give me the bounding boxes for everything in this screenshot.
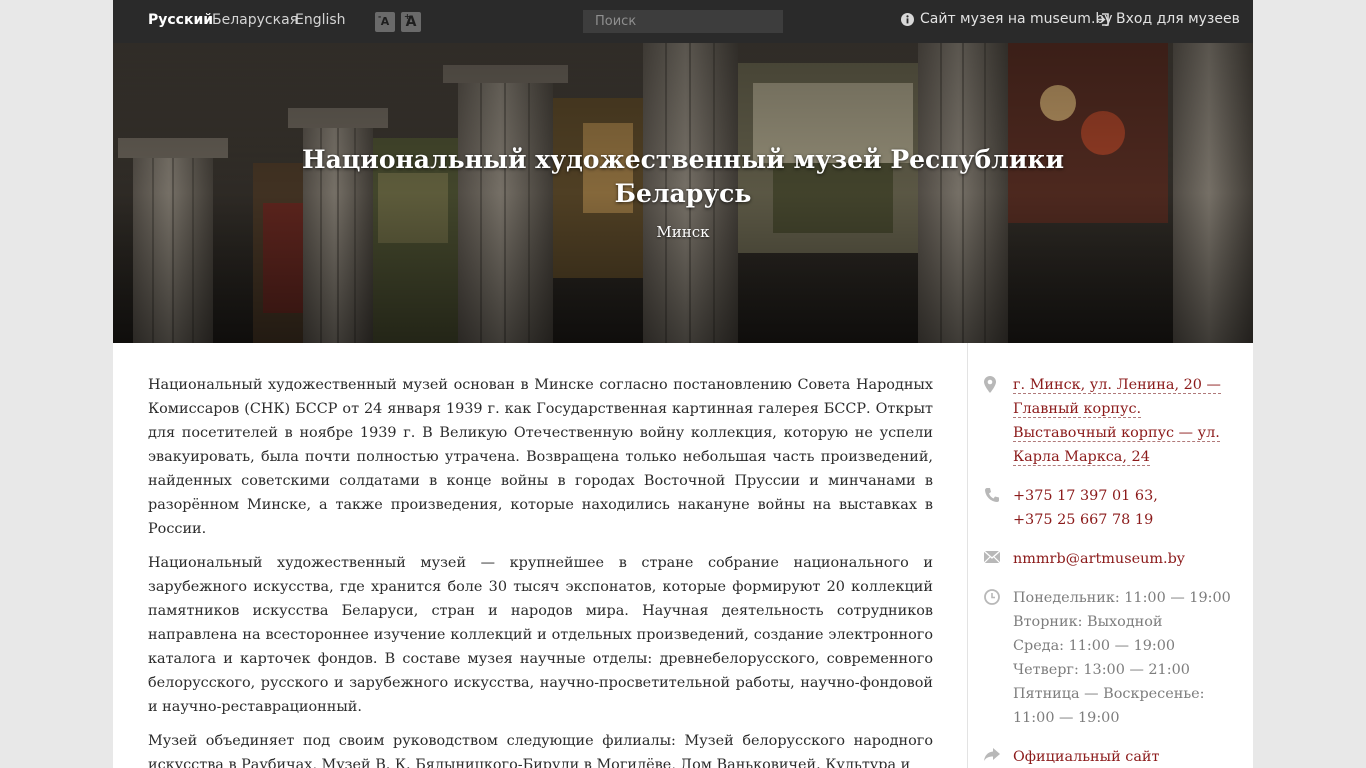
hours-line: Среда: 11:00 — 19:00 <box>1013 638 1176 654</box>
hours-line: Четверг: 13:00 — 21:00 <box>1013 662 1190 678</box>
description-paragraph: Национальный художественный музей основа… <box>148 377 933 537</box>
language-be-link[interactable]: Беларуская <box>212 12 298 28</box>
minus-icon: - <box>378 12 382 21</box>
font-decrease-button[interactable]: - A <box>375 12 395 32</box>
contact-sidebar: г. Минск, ул. Ленина, 20 — Главный корпу… <box>967 343 1253 768</box>
address-line[interactable]: Карла Маркса, 24 <box>1013 449 1150 466</box>
hours-line: 11:00 — 19:00 <box>1013 710 1120 726</box>
font-decrease-label: A <box>380 15 390 28</box>
phone-icon <box>985 488 999 502</box>
email-link[interactable]: nmmrb@artmuseum.by <box>1013 551 1185 567</box>
search-input[interactable] <box>583 10 783 33</box>
description-paragraph: Музей объединяет под своим руководством … <box>148 733 933 768</box>
share-arrow-icon <box>984 748 1000 761</box>
email-block: nmmrb@artmuseum.by <box>1013 547 1185 571</box>
address-block: г. Минск, ул. Ленина, 20 — Главный корпу… <box>1013 373 1221 469</box>
museum-site-link[interactable]: Сайт музея на museum.by <box>901 11 1113 27</box>
phone-link[interactable]: +375 17 397 01 63, <box>1013 488 1158 504</box>
mail-icon <box>984 551 1000 563</box>
language-ru-link[interactable]: Русский <box>148 12 213 28</box>
address-line[interactable]: Выставочный корпус — ул. <box>1013 425 1220 442</box>
museum-title: Национальный художественный музей Респуб… <box>302 145 1064 208</box>
hours-line: Вторник: Выходной <box>1013 614 1163 630</box>
clock-icon <box>984 589 1000 605</box>
login-label: Вход для музеев <box>1116 11 1240 27</box>
hero-banner: Национальный художественный музей Респуб… <box>113 43 1253 343</box>
phone-link[interactable]: +375 25 667 78 19 <box>1013 512 1153 528</box>
museum-site-label: Сайт музея на museum.by <box>920 11 1113 27</box>
museum-city: Минск <box>656 223 710 241</box>
phone-block: +375 17 397 01 63, +375 25 667 78 19 <box>1013 484 1158 532</box>
page-container: Русский Беларуская English - A + A Сайт … <box>113 0 1253 768</box>
login-link[interactable]: Вход для музеев <box>1096 11 1240 27</box>
language-en-link[interactable]: English <box>295 12 346 28</box>
official-site-block: Официальный сайт <box>1013 745 1159 768</box>
map-pin-icon <box>984 376 996 393</box>
official-site-link[interactable]: Официальный сайт <box>1013 749 1159 765</box>
description-paragraph: Национальный художественный музей — круп… <box>148 555 933 715</box>
top-bar: Русский Беларуская English - A + A Сайт … <box>113 0 1253 43</box>
opening-hours: Понедельник: 11:00 — 19:00 Вторник: Выхо… <box>1013 586 1231 730</box>
plus-icon: + <box>404 12 411 21</box>
hours-line: Понедельник: 11:00 — 19:00 <box>1013 590 1231 606</box>
font-increase-button[interactable]: + A <box>401 12 421 32</box>
login-icon <box>1097 12 1109 26</box>
address-line[interactable]: г. Минск, ул. Ленина, 20 — <box>1013 377 1221 394</box>
museum-description: Национальный художественный музей основа… <box>148 373 933 768</box>
hours-line: Пятница — Воскресенье: <box>1013 686 1205 702</box>
info-icon <box>901 12 914 26</box>
address-line[interactable]: Главный корпус. <box>1013 401 1142 418</box>
